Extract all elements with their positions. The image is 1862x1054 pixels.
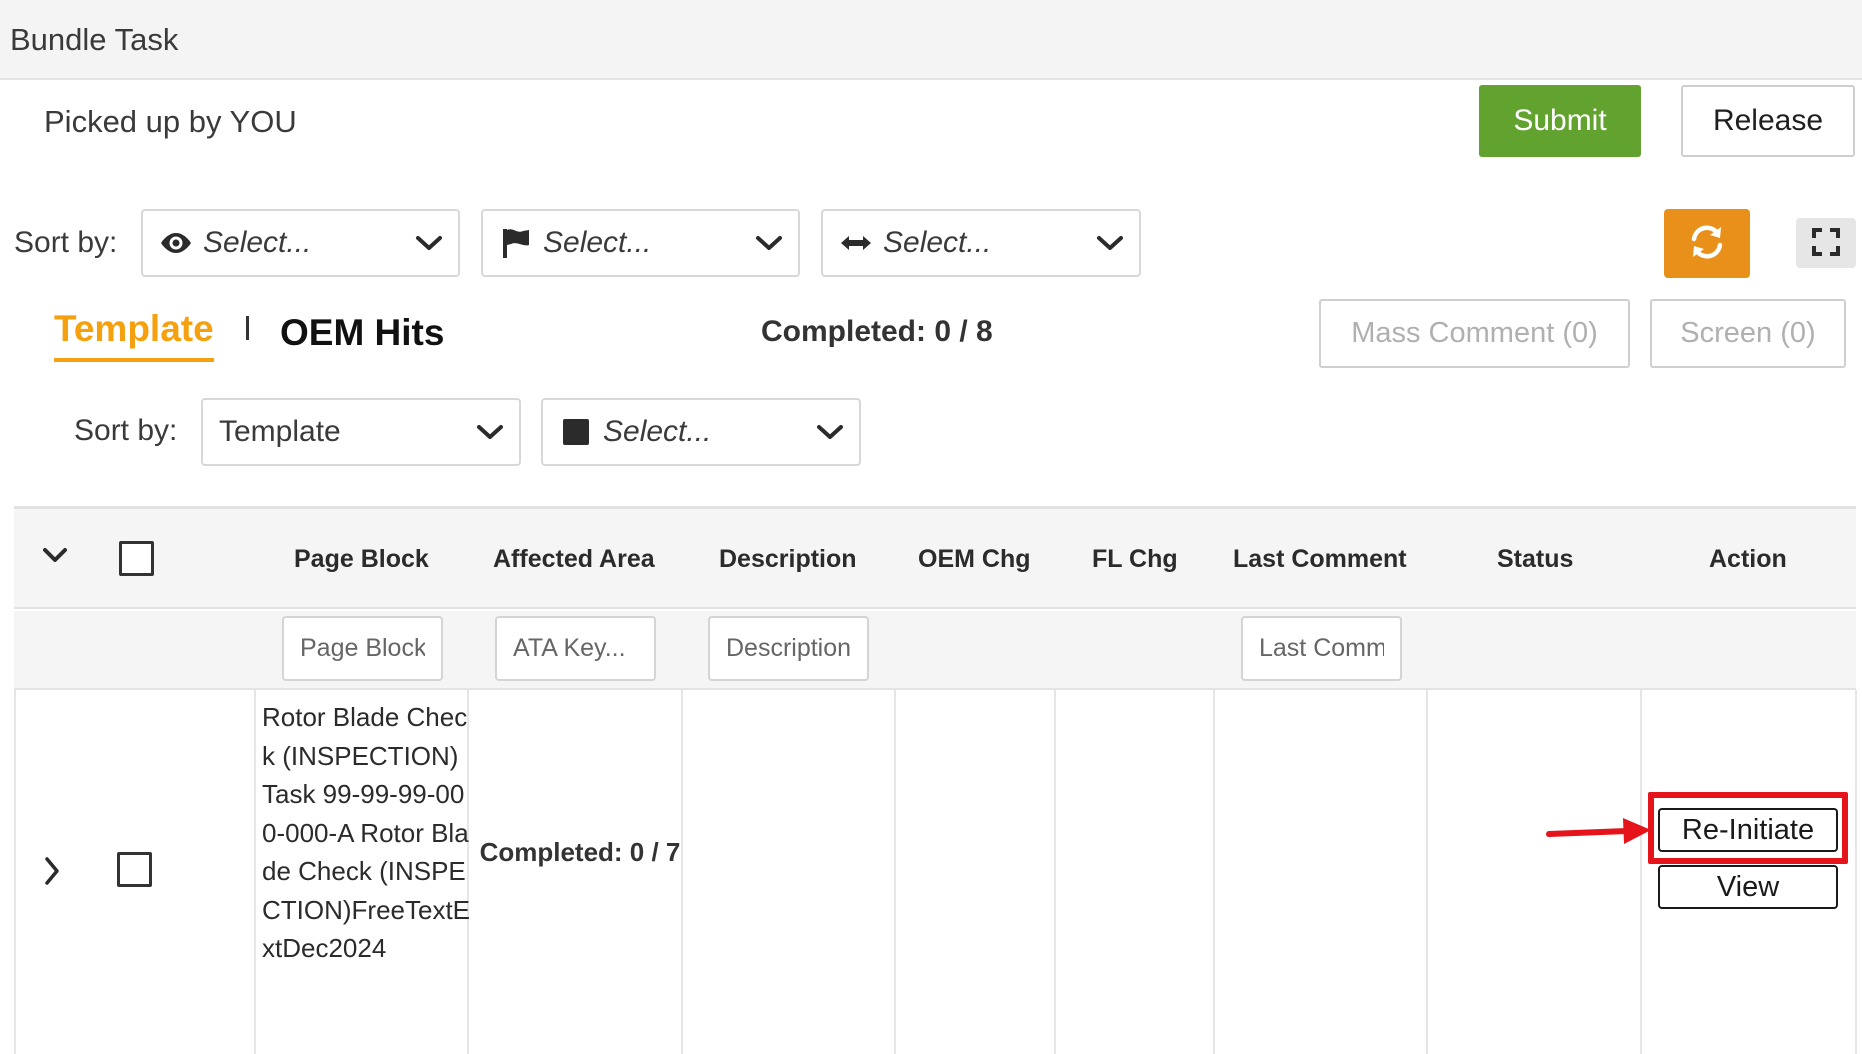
column-header-oem-chg[interactable]: OEM Chg: [918, 545, 1031, 574]
column-header-affected-area[interactable]: Affected Area: [493, 545, 655, 574]
eye-icon: [159, 226, 193, 260]
tab-template[interactable]: Template: [54, 308, 214, 362]
last-comment-filter-input[interactable]: [1241, 616, 1402, 681]
page-block-filter-input[interactable]: [282, 616, 443, 681]
annotation-arrow-icon: [1546, 818, 1651, 844]
pickup-status: Picked up by YOU: [44, 104, 297, 139]
sort-select-direction-value: Select...: [883, 226, 992, 259]
sort-by-label: Sort by:: [14, 226, 118, 259]
sort-select-color[interactable]: Select...: [541, 398, 861, 466]
refresh-icon: [1688, 224, 1726, 263]
expand-icon: [1811, 227, 1841, 260]
column-header-page-block[interactable]: Page Block: [294, 545, 429, 574]
release-button[interactable]: Release: [1681, 85, 1855, 157]
square-icon: [559, 415, 593, 449]
description-filter-input[interactable]: [708, 616, 869, 681]
column-header-description[interactable]: Description: [719, 545, 857, 574]
column-divider: [894, 690, 896, 1054]
sort-select-flag-value: Select...: [543, 226, 652, 259]
column-divider: [254, 690, 256, 1054]
chevron-down-icon: [412, 226, 446, 260]
column-divider: [681, 690, 683, 1054]
tab-oem-hits[interactable]: OEM Hits: [280, 312, 444, 354]
column-divider: [1640, 690, 1642, 1054]
collapse-all-chevron-icon[interactable]: [40, 545, 70, 570]
header-bar: [0, 0, 1862, 80]
column-header-last-comment[interactable]: Last Comment: [1233, 545, 1407, 574]
submit-button[interactable]: Submit: [1479, 85, 1641, 157]
re-initiate-button[interactable]: Re-Initiate: [1658, 808, 1838, 852]
column-divider: [1213, 690, 1215, 1054]
sort-select-view[interactable]: Select...: [141, 209, 460, 277]
column-divider: [1054, 690, 1056, 1054]
mass-comment-button[interactable]: Mass Comment (0): [1319, 299, 1630, 368]
sort-select-template-value: Template: [219, 415, 341, 448]
refresh-button[interactable]: [1664, 209, 1750, 278]
page-block-cell: Rotor Blade Check (INSPECTION) Task 99-9…: [262, 702, 471, 963]
column-header-fl-chg[interactable]: FL Chg: [1092, 545, 1178, 574]
sort-select-direction[interactable]: Select...: [821, 209, 1141, 277]
sort-select-template[interactable]: Template: [201, 398, 521, 466]
view-button[interactable]: View: [1658, 865, 1838, 909]
sort-select-view-value: Select...: [203, 226, 312, 259]
sort-by-secondary-label: Sort by:: [74, 414, 178, 447]
completed-summary: Completed: 0 / 8: [761, 315, 993, 348]
ata-key-filter-input[interactable]: [495, 616, 656, 681]
screen-button[interactable]: Screen (0): [1650, 299, 1846, 368]
chevron-down-icon: [473, 415, 507, 449]
tab-separator: [246, 316, 249, 340]
row-checkbox[interactable]: [117, 852, 152, 887]
sort-select-color-value: Select...: [603, 415, 712, 448]
select-all-checkbox[interactable]: [119, 541, 154, 576]
chevron-down-icon: [752, 226, 786, 260]
horizontal-arrows-icon: [839, 226, 873, 260]
flag-icon: [499, 226, 533, 260]
affected-area-completed: Completed: 0 / 7: [479, 837, 681, 867]
chevron-down-icon: [1093, 226, 1127, 260]
page-title: Bundle Task: [10, 22, 179, 57]
row-border-right: [1855, 690, 1857, 1054]
column-divider: [1426, 690, 1428, 1054]
column-header-status[interactable]: Status: [1497, 545, 1573, 574]
row-border-left: [14, 690, 16, 1054]
sort-select-flag[interactable]: Select...: [481, 209, 800, 277]
fullscreen-button[interactable]: [1796, 218, 1856, 268]
column-header-action: Action: [1709, 545, 1787, 573]
chevron-down-icon: [813, 415, 847, 449]
expand-row-chevron-icon[interactable]: [42, 855, 62, 892]
